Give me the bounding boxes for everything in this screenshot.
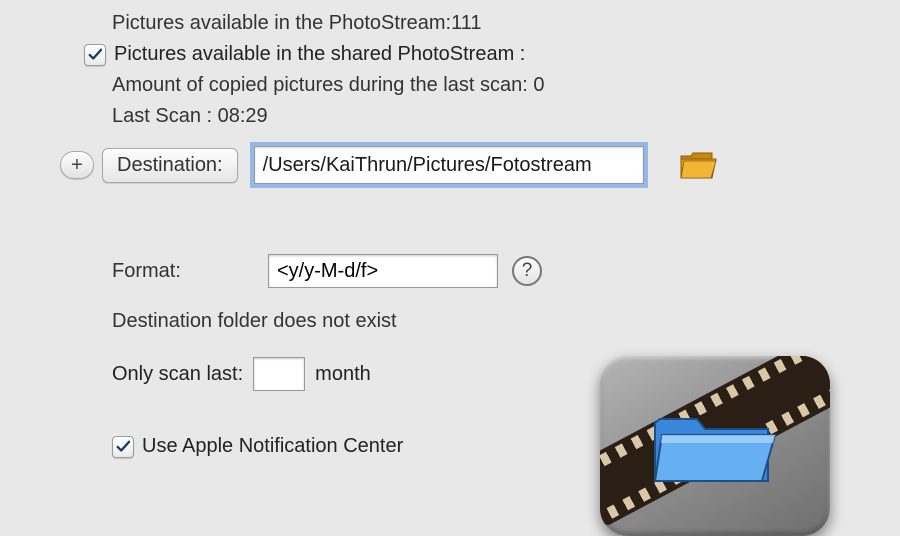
- checkmark-icon: [88, 48, 102, 62]
- copied-count-value: 0: [533, 74, 544, 96]
- blue-folder-icon: [650, 401, 780, 491]
- help-icon: ?: [522, 260, 533, 282]
- format-input[interactable]: [268, 254, 498, 288]
- shared-photostream-checkbox[interactable]: [84, 44, 106, 66]
- plus-icon: +: [71, 154, 83, 177]
- notification-checkbox[interactable]: [112, 436, 134, 458]
- app-icon: [600, 356, 830, 536]
- only-scan-label-post: month: [315, 363, 371, 386]
- destination-path-input[interactable]: [254, 146, 644, 184]
- last-scan-value: 08:29: [218, 105, 268, 127]
- last-scan-label: Last Scan :: [112, 105, 218, 127]
- add-destination-button[interactable]: +: [60, 151, 94, 179]
- copied-count-label: Amount of copied pictures during the las…: [112, 74, 533, 96]
- only-scan-label-pre: Only scan last:: [112, 363, 243, 386]
- destination-button-label: Destination:: [117, 154, 223, 176]
- format-row: Format: ?: [112, 254, 900, 288]
- format-help-button[interactable]: ?: [512, 256, 542, 286]
- photostream-count-value: 111: [451, 12, 481, 34]
- destination-warning: Destination folder does not exist: [112, 310, 900, 333]
- photostream-count-line: Pictures available in the PhotoStream:11…: [112, 12, 900, 35]
- checkmark-icon: [116, 440, 130, 454]
- notification-label: Use Apple Notification Center: [142, 435, 403, 458]
- photostream-count-label: Pictures available in the PhotoStream:: [112, 12, 451, 34]
- format-label: Format:: [112, 260, 268, 283]
- only-scan-input[interactable]: [253, 357, 305, 391]
- copied-count-line: Amount of copied pictures during the las…: [112, 74, 900, 97]
- last-scan-line: Last Scan : 08:29: [112, 105, 900, 128]
- shared-photostream-label: Pictures available in the shared PhotoSt…: [114, 43, 525, 66]
- shared-photostream-row: Pictures available in the shared PhotoSt…: [84, 43, 900, 66]
- destination-row: + Destination:: [60, 146, 900, 184]
- destination-button[interactable]: Destination:: [102, 148, 238, 183]
- folder-icon: [678, 148, 718, 182]
